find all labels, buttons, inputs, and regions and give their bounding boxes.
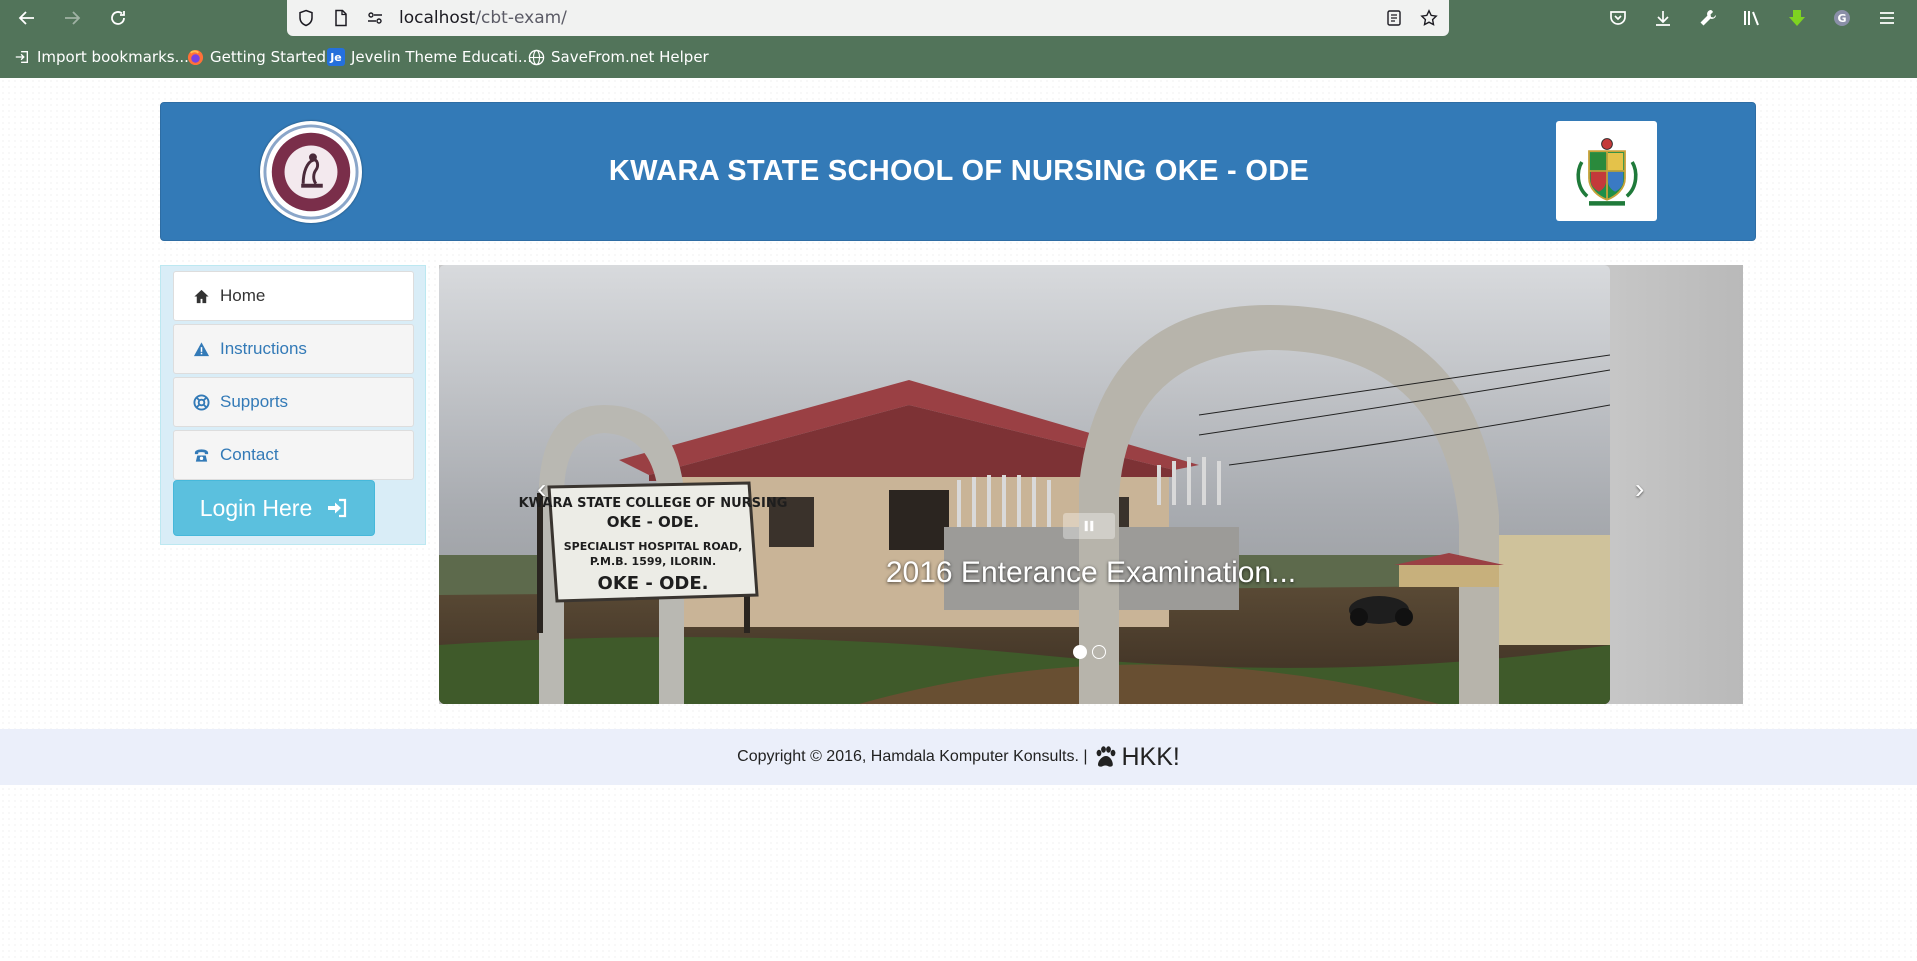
shield-icon[interactable] — [295, 7, 317, 29]
bookmark-label: Getting Started — [210, 48, 326, 66]
bookmark-star-icon[interactable] — [1418, 7, 1440, 29]
carousel-next-button[interactable]: › — [1635, 473, 1644, 505]
sidebar-item-supports[interactable]: Supports — [173, 377, 414, 427]
sidebar-menu: Home Instructions Supports Contact Login… — [160, 265, 426, 545]
browser-toolbar: localhost/cbt-exam/ G — [0, 0, 1917, 36]
carousel-prev-button[interactable]: ‹ — [537, 473, 546, 505]
site-permissions-icon[interactable] — [364, 7, 386, 29]
carousel-slide-image: KWARA STATE COLLEGE OF NURSING OKE - ODE… — [439, 265, 1610, 704]
carousel-caption: 2016 Enterance Examination... — [885, 556, 1297, 589]
carousel-pause-button[interactable] — [1063, 513, 1115, 539]
downloads-icon[interactable] — [1649, 4, 1677, 32]
copyright-text: Copyright © 2016, Hamdala Komputer Konsu… — [737, 748, 1088, 765]
bookmark-import[interactable]: Import bookmarks... — [13, 46, 189, 68]
login-button[interactable]: Login Here — [173, 480, 375, 536]
bookmark-label: Jevelin Theme Educati... — [351, 48, 533, 66]
bookmark-label: Import bookmarks... — [37, 48, 189, 66]
page-icon[interactable] — [330, 7, 352, 29]
home-icon — [192, 287, 210, 305]
import-icon — [13, 48, 31, 66]
phone-icon — [192, 446, 210, 464]
coat-of-arms-logo — [1556, 121, 1657, 221]
bookmark-jevelin[interactable]: Je Jevelin Theme Educati... — [327, 46, 532, 68]
jevelin-icon: Je — [327, 48, 345, 66]
url-host: localhost — [399, 8, 476, 28]
carousel-indicators — [1073, 645, 1106, 659]
bookmarks-bar: Import bookmarks... Getting Started Je J… — [0, 36, 1917, 78]
sidebar-item-instructions[interactable]: Instructions — [173, 324, 414, 374]
carousel-dot-2[interactable] — [1092, 645, 1106, 659]
account-icon[interactable]: G — [1828, 4, 1856, 32]
forward-arrow-icon — [65, 11, 81, 25]
sign-line-3: SPECIALIST HOSPITAL ROAD, — [564, 540, 743, 553]
bookmark-savefrom[interactable]: SaveFrom.net Helper — [527, 46, 709, 68]
carousel-dot-1[interactable] — [1073, 645, 1087, 659]
page-footer: Copyright © 2016, Hamdala Komputer Konsu… — [0, 729, 1917, 785]
paw-icon — [1097, 746, 1116, 767]
sign-line-1: KWARA STATE COLLEGE OF NURSING — [519, 496, 788, 511]
reload-icon — [111, 11, 125, 25]
bookmark-getting-started[interactable]: Getting Started — [186, 46, 326, 68]
download-helper-icon[interactable] — [1783, 4, 1811, 32]
brand-text: HKK! — [1121, 742, 1180, 771]
back-arrow-icon — [18, 11, 34, 25]
forward-button[interactable] — [58, 4, 86, 32]
svg-text:G: G — [1837, 12, 1846, 25]
back-button[interactable] — [13, 4, 41, 32]
sidebar-item-label: Supports — [220, 392, 289, 411]
image-carousel: KWARA STATE COLLEGE OF NURSING OKE - ODE… — [439, 265, 1743, 704]
sidebar-item-home[interactable]: Home — [173, 271, 414, 321]
footer-brand: HKK! — [1093, 742, 1180, 772]
warning-icon — [192, 340, 210, 358]
bookmark-label: SaveFrom.net Helper — [551, 48, 709, 66]
login-button-label: Login Here — [199, 494, 313, 521]
reload-button[interactable] — [104, 4, 132, 32]
menu-icon[interactable] — [1873, 4, 1901, 32]
globe-icon — [527, 48, 545, 66]
site-header: KWARA STATE SCHOOL OF NURSING OKE - ODE — [160, 102, 1756, 241]
sign-line-2: OKE - ODE. — [607, 513, 699, 531]
sidebar-item-contact[interactable]: Contact — [173, 430, 414, 480]
pause-icon — [1084, 520, 1094, 532]
reader-view-icon[interactable] — [1383, 7, 1405, 29]
lifebuoy-icon — [192, 393, 210, 411]
sidebar-item-label: Home — [220, 286, 266, 305]
url-path: /cbt-exam/ — [475, 8, 567, 28]
firefox-icon — [186, 48, 204, 66]
url-bar[interactable]: localhost/cbt-exam/ — [287, 0, 1449, 36]
pocket-icon[interactable] — [1604, 4, 1632, 32]
site-title: KWARA STATE SCHOOL OF NURSING OKE - ODE — [608, 155, 1310, 187]
sidebar-item-label: Instructions — [220, 339, 307, 358]
wrench-icon[interactable] — [1694, 4, 1722, 32]
url-text[interactable]: localhost/cbt-exam/ — [399, 8, 567, 28]
library-icon[interactable] — [1738, 4, 1766, 32]
sign-in-icon — [328, 498, 347, 518]
sidebar-item-label: Contact — [220, 445, 279, 464]
